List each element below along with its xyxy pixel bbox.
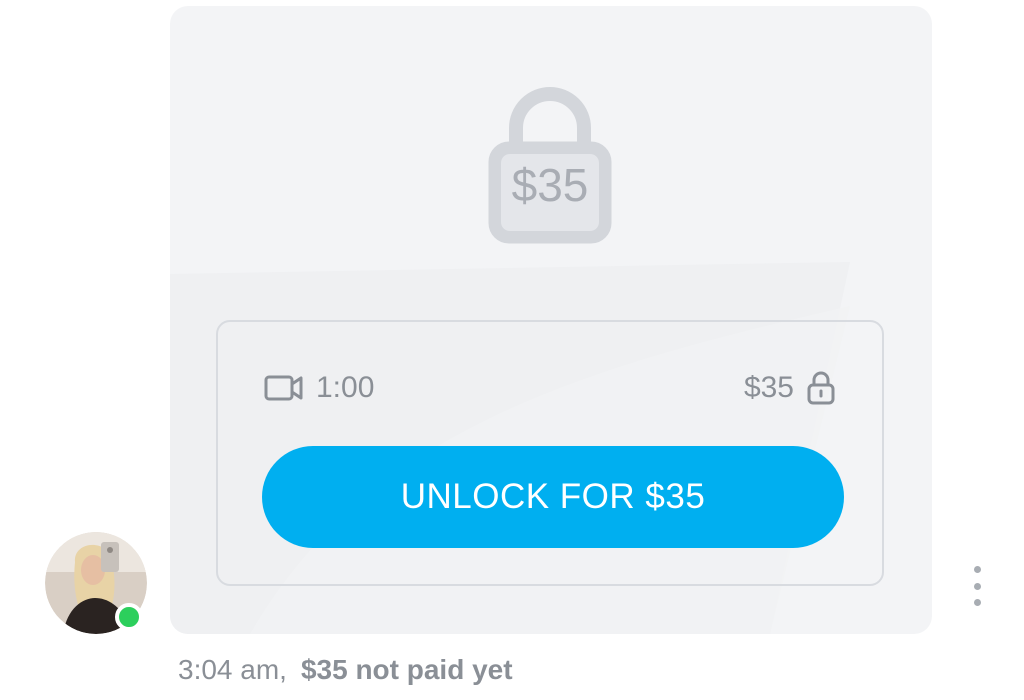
more-vertical-icon-dot: [973, 566, 981, 573]
locked-media-card[interactable]: $35 1:00 $35 UNLOCK FOR $35: [170, 6, 932, 634]
payment-status: $35 not paid yet: [300, 654, 513, 685]
price-indicator: $35: [744, 366, 836, 410]
more-vertical-icon-dot: [973, 582, 981, 590]
media-info-panel: 1:00 $35 UNLOCK FOR $35: [216, 320, 884, 586]
duration-label: 1:00: [316, 371, 375, 404]
media-duration: 1:00: [264, 366, 374, 410]
online-status-indicator: [115, 603, 143, 631]
message-footer: 3:04 am, $35 not paid yet: [178, 650, 513, 690]
lock-icon: [807, 371, 835, 405]
price-label: $35: [743, 371, 794, 404]
chat-message-view: $35 1:00 $35 UNLOCK FOR $35 3:04 am, $35…: [0, 0, 1024, 700]
lock-price-label: $35: [511, 159, 589, 211]
unlock-button[interactable]: UNLOCK FOR $35: [262, 446, 844, 548]
message-timestamp: 3:04 am,: [178, 654, 287, 685]
media-meta-row: 1:00 $35: [264, 366, 836, 410]
more-options-button[interactable]: [966, 566, 988, 606]
more-vertical-icon-dot: [973, 599, 981, 606]
video-camera-icon: [264, 375, 303, 401]
